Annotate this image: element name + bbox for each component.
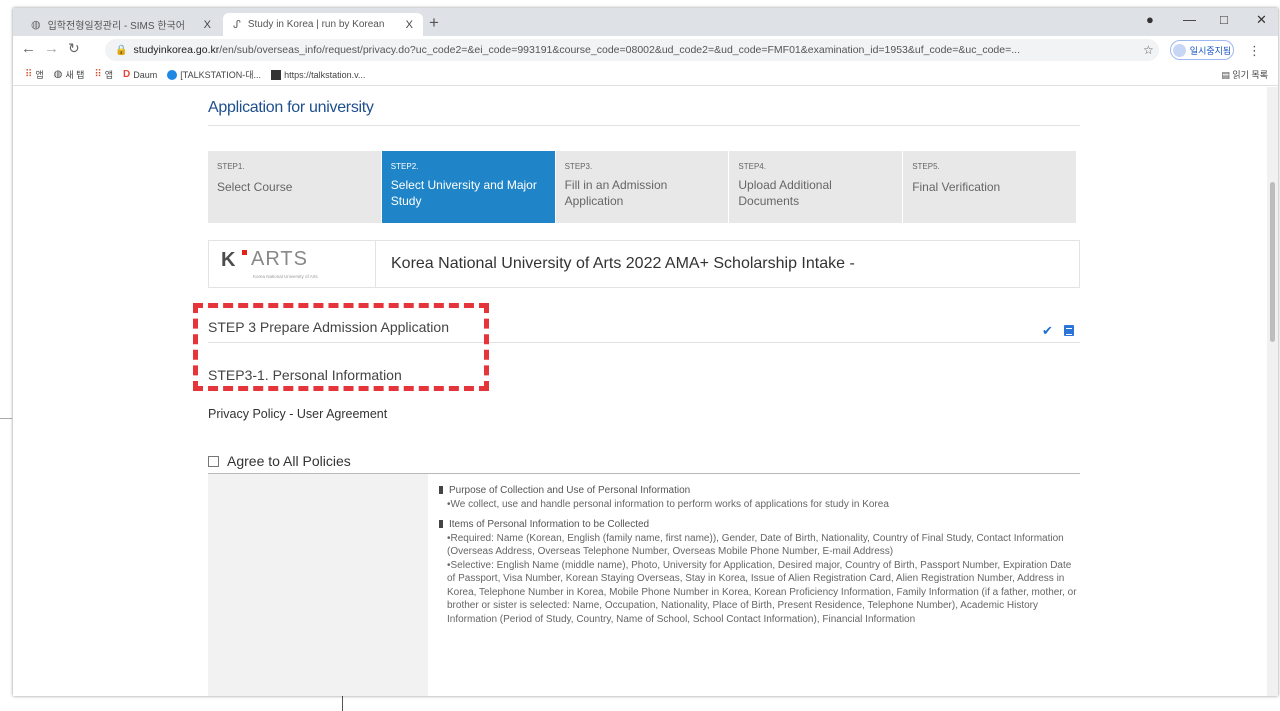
university-banner: K ARTS Korea National University of Arts… bbox=[208, 240, 1080, 288]
agree-all-checkbox[interactable] bbox=[208, 455, 219, 467]
reload-icon[interactable]: ↻ bbox=[68, 40, 80, 57]
step-3: STEP3. Fill in an Admission Application bbox=[555, 151, 729, 223]
bookmark-label: Daum bbox=[133, 69, 158, 80]
tab-label: Study in Korea | run by Korean bbox=[247, 19, 385, 30]
bookmark-daum[interactable]: D Daum bbox=[123, 69, 157, 80]
close-icon[interactable]: X bbox=[204, 19, 211, 31]
background-line bbox=[0, 418, 12, 419]
document-icon[interactable] bbox=[1064, 325, 1074, 336]
step-number: STEP4. bbox=[738, 162, 766, 171]
step-number: STEP3. bbox=[564, 162, 593, 171]
divider bbox=[208, 125, 1080, 126]
step-2: STEP2. Select University and Major Study bbox=[381, 151, 555, 223]
bookmark-label: 앱 bbox=[35, 70, 44, 80]
menu-kebab-icon[interactable]: ⋮ bbox=[1248, 43, 1261, 59]
logo-wordmark: ARTS bbox=[251, 248, 308, 270]
university-name: Korea National University of Arts 2022 A… bbox=[391, 255, 855, 272]
step-number: STEP5. bbox=[912, 162, 940, 171]
tab-study-in-korea[interactable]: ᔑ Study in Korea | run by Korean X bbox=[223, 13, 423, 36]
policy-heading: Purpose of Collection and Use of Persona… bbox=[439, 484, 1079, 498]
close-icon[interactable]: X bbox=[406, 19, 413, 31]
step-label: Select University and Major Study bbox=[390, 178, 537, 208]
tab-label: 입학전형일정관리 - SIMS 한국어 bbox=[47, 21, 185, 32]
bookmark-new-tab[interactable]: ◍ 새 탭 bbox=[54, 68, 85, 81]
avatar bbox=[1172, 43, 1186, 57]
apps-grid-icon: ⠿ bbox=[25, 69, 33, 80]
bookmarks-bar: ⠿ 앱 ◍ 새 탭 ⠿ 앱 D Daum [TALKSTATION-대... https… bbox=[13, 64, 1278, 86]
bookmark-label: 앱 bbox=[104, 70, 114, 80]
step-5: STEP5. Final Verification bbox=[903, 151, 1076, 223]
address-bar[interactable]: 🔒 studyinkorea.go.kr/en/sub/overseas_inf… bbox=[105, 39, 1159, 61]
privacy-policy-label: Privacy Policy - User Agreement bbox=[208, 407, 388, 421]
new-tab-button[interactable]: + bbox=[429, 13, 439, 33]
step-number: STEP2. bbox=[390, 162, 419, 171]
globe-icon: ◍ bbox=[31, 19, 41, 31]
daum-logo-icon: D bbox=[123, 69, 131, 80]
check-icon[interactable]: ✔ bbox=[1042, 323, 1053, 339]
agree-all-label: Agree to All Policies bbox=[227, 453, 351, 469]
policy-side-panel bbox=[208, 474, 428, 696]
policy-heading: Items of Personal Information to be Coll… bbox=[439, 518, 1079, 532]
restore-icon[interactable]: □ bbox=[1220, 12, 1228, 27]
minimize-icon[interactable]: — bbox=[1183, 12, 1196, 27]
media-control-icon[interactable]: ● bbox=[1146, 12, 1154, 27]
forward-icon[interactable]: → bbox=[44, 40, 59, 57]
scrollbar-thumb[interactable] bbox=[1270, 182, 1275, 342]
back-icon[interactable]: ← bbox=[21, 40, 36, 57]
bookmark-apps-2[interactable]: ⠿ 앱 bbox=[94, 68, 113, 81]
bookmark-label: [TALKSTATION-대... bbox=[180, 70, 262, 80]
step-label: Upload Additional Documents bbox=[738, 178, 832, 208]
profile-button[interactable]: 일시중지됨 bbox=[1170, 40, 1234, 60]
highlight-annotation-box bbox=[193, 303, 489, 391]
tab-strip: ◍ 입학전형일정관리 - SIMS 한국어 X ᔑ Study in Korea… bbox=[13, 8, 1278, 36]
browser-window: ◍ 입학전형일정관리 - SIMS 한국어 X ᔑ Study in Korea… bbox=[13, 8, 1278, 696]
apps-grid-icon: ⠿ bbox=[94, 69, 102, 80]
sik-logo-icon: ᔑ bbox=[233, 19, 241, 31]
agree-all-option[interactable]: Agree to All Policies bbox=[208, 453, 351, 469]
step-4: STEP4. Upload Additional Documents bbox=[729, 151, 903, 223]
lock-icon: 🔒 bbox=[115, 44, 128, 56]
step-label: Fill in an Admission Application bbox=[564, 178, 668, 208]
reading-list-icon: ▤ bbox=[1221, 70, 1230, 80]
page-scrollbar[interactable] bbox=[1267, 87, 1278, 696]
address-toolbar: ← → ↻ 🔒 studyinkorea.go.kr/en/sub/overse… bbox=[13, 36, 1278, 64]
bookmark-star-icon[interactable]: ☆ bbox=[1143, 43, 1154, 57]
bookmark-label: https://talkstation.v... bbox=[284, 69, 366, 80]
policy-paragraph: •Selective: English Name (middle name), … bbox=[447, 559, 1077, 625]
step-number: STEP1. bbox=[217, 162, 245, 171]
step-1: STEP1. Select Course bbox=[208, 151, 381, 223]
url-path: /en/sub/overseas_info/request/privacy.do… bbox=[219, 44, 1020, 56]
policy-paragraph: •We collect, use and handle personal inf… bbox=[447, 498, 889, 510]
url-host: studyinkorea.go.kr bbox=[133, 44, 220, 56]
bookmark-label: 새 탭 bbox=[65, 70, 85, 80]
policy-text[interactable]: Purpose of Collection and Use of Persona… bbox=[439, 484, 1079, 626]
step-progress: STEP1. Select Course STEP2. Select Unive… bbox=[208, 151, 1076, 223]
reading-list-button[interactable]: ▤ 읽기 목록 bbox=[1221, 68, 1268, 81]
profile-status-label: 일시중지됨 bbox=[1189, 45, 1232, 56]
bookmark-apps[interactable]: ⠿ 앱 bbox=[25, 68, 44, 81]
bookmark-talkstation-url[interactable]: https://talkstation.v... bbox=[271, 69, 366, 80]
logo-letter: K bbox=[221, 249, 235, 271]
policy-paragraph: •Required: Name (Korean, English (family… bbox=[447, 532, 1064, 558]
close-window-icon[interactable]: ✕ bbox=[1256, 12, 1267, 28]
talkstation-icon bbox=[167, 69, 178, 80]
page-content: Application for university STEP1. Select… bbox=[13, 87, 1278, 696]
tab-sims[interactable]: ◍ 입학전형일정관리 - SIMS 한국어 X bbox=[21, 13, 221, 36]
globe-icon: ◍ bbox=[53, 69, 63, 80]
talkstation-icon bbox=[271, 69, 282, 80]
bookmark-talkstation[interactable]: [TALKSTATION-대... bbox=[167, 68, 261, 81]
logo-subtitle: Korea National University of Arts bbox=[253, 274, 318, 279]
page-title: Application for university bbox=[208, 99, 374, 116]
reading-list-label: 읽기 목록 bbox=[1232, 70, 1268, 80]
step-label: Select Course bbox=[217, 180, 293, 194]
university-logo: K ARTS Korea National University of Arts bbox=[209, 241, 376, 287]
logo-dot bbox=[242, 250, 247, 255]
step-label: Final Verification bbox=[912, 180, 1001, 194]
